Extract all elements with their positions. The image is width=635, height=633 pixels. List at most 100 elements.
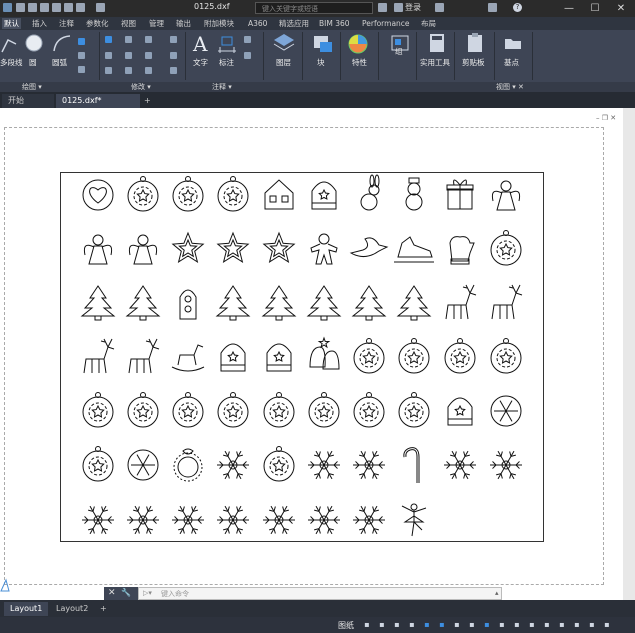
panel-modify-label[interactable]: 修改 ▾ <box>131 82 151 92</box>
annotation-scale-icon[interactable]: ▪ <box>512 620 522 630</box>
otrack-icon[interactable]: ▪ <box>452 620 462 630</box>
open-file-icon[interactable] <box>28 3 37 12</box>
polyline-icon[interactable] <box>0 34 18 54</box>
tab-2[interactable]: 注释 <box>57 18 76 29</box>
selection-cycling-icon[interactable]: ▪ <box>497 620 507 630</box>
utilities-button[interactable]: 实用工具 <box>420 57 450 68</box>
tab-0[interactable]: 默认 <box>2 18 21 29</box>
command-history-icon[interactable]: ▴ <box>495 589 499 597</box>
exchange-icon[interactable] <box>488 3 497 12</box>
print-icon[interactable] <box>64 3 73 12</box>
snap-icon[interactable]: ▪ <box>377 620 387 630</box>
close-button[interactable]: ✕ <box>608 0 634 17</box>
panel-view-label[interactable]: 视图 ▾ ✕ <box>496 82 524 92</box>
paper-space-toggle[interactable]: 图纸 <box>338 620 354 631</box>
panel-draw-label[interactable]: 绘图 ▾ <box>22 82 42 92</box>
block-icon[interactable] <box>310 32 334 54</box>
mirror-icon[interactable] <box>125 52 132 59</box>
cart-icon[interactable] <box>435 3 444 12</box>
circle-icon[interactable] <box>24 33 44 53</box>
binoculars-icon[interactable] <box>378 3 387 12</box>
group-button[interactable]: 组 <box>395 46 403 57</box>
explode-icon[interactable] <box>170 52 177 59</box>
offset-icon[interactable] <box>170 67 177 74</box>
hardware-accel-icon[interactable]: ▪ <box>572 620 582 630</box>
redo-icon[interactable] <box>96 3 105 12</box>
tab-6[interactable]: 输出 <box>174 18 193 29</box>
tab-12[interactable]: 布局 <box>419 18 438 29</box>
hatch-tool-icon[interactable] <box>78 66 85 73</box>
help-icon[interactable]: ? <box>513 3 522 12</box>
tab-4[interactable]: 视图 <box>119 18 138 29</box>
move-icon[interactable] <box>105 36 112 43</box>
trim-icon[interactable] <box>145 36 152 43</box>
tab-3[interactable]: 参数化 <box>84 18 111 29</box>
wrench-icon[interactable]: 🔧 <box>121 588 131 597</box>
layout2-tab[interactable]: Layout2 <box>50 602 94 616</box>
erase-icon[interactable] <box>170 36 177 43</box>
ortho-icon[interactable]: ▪ <box>392 620 402 630</box>
add-layout-button[interactable]: + <box>94 602 113 616</box>
login-button[interactable]: 登录 <box>405 2 421 13</box>
layout1-tab[interactable]: Layout1 <box>4 602 49 616</box>
copy-icon[interactable] <box>105 52 112 59</box>
rect-tool-icon[interactable] <box>78 52 85 59</box>
layers-icon[interactable] <box>272 32 296 54</box>
layers-button[interactable]: 图层 <box>276 57 291 68</box>
osnap-icon[interactable]: ▪ <box>422 620 432 630</box>
dimension-button[interactable]: 标注 <box>219 57 234 68</box>
scale-icon[interactable] <box>125 67 132 74</box>
close-command-icon[interactable]: ✕ <box>108 588 116 598</box>
document-tab[interactable]: 0125.dxf* <box>56 94 140 108</box>
arc-icon[interactable] <box>52 33 72 53</box>
dimension-icon[interactable] <box>216 33 238 55</box>
isolate-icon[interactable]: ▪ <box>557 620 567 630</box>
workspace-icon[interactable]: ▪ <box>527 620 537 630</box>
clipboard-icon[interactable] <box>466 33 484 53</box>
lineweight-icon[interactable]: ▪ <box>467 620 477 630</box>
undo-icon[interactable] <box>76 3 85 12</box>
text-button[interactable]: 文字 <box>193 57 208 68</box>
grid-icon[interactable]: ▪ <box>362 620 372 630</box>
polar-icon[interactable]: ▪ <box>407 620 417 630</box>
start-tab[interactable]: 开始 <box>2 94 54 108</box>
new-tab-button[interactable]: + <box>141 94 155 108</box>
tab-10[interactable]: BIM 360 <box>317 18 352 29</box>
search-input[interactable]: 键入关键字或短语 <box>255 2 373 14</box>
tab-1[interactable]: 插入 <box>30 18 49 29</box>
properties-button[interactable]: 特性 <box>352 57 367 68</box>
customize-icon[interactable]: ▪ <box>602 620 612 630</box>
calculator-icon[interactable] <box>428 33 446 53</box>
save-as-icon[interactable] <box>52 3 61 12</box>
block-button[interactable]: 块 <box>317 57 325 68</box>
circle-button[interactable]: 圆 <box>29 57 37 68</box>
table-icon[interactable] <box>244 52 251 59</box>
save-icon[interactable] <box>40 3 49 12</box>
app-menu-icon[interactable] <box>3 3 12 12</box>
leader-icon[interactable] <box>244 36 251 43</box>
line-tool-icon[interactable] <box>78 38 85 45</box>
restore-button[interactable]: ☐ <box>582 0 608 17</box>
tab-11[interactable]: Performance <box>360 18 412 29</box>
tab-5[interactable]: 管理 <box>147 18 166 29</box>
transparency-icon[interactable]: ▪ <box>482 620 492 630</box>
tab-9[interactable]: 精选应用 <box>277 18 311 29</box>
tab-7[interactable]: 附加模块 <box>202 18 236 29</box>
lock-ui-icon[interactable]: ▪ <box>542 620 552 630</box>
viewport-controls[interactable]: – ❐ ✕ <box>596 114 620 122</box>
panel-annotation-label[interactable]: 注释 ▾ <box>212 82 232 92</box>
clean-screen-icon[interactable]: ▪ <box>587 620 597 630</box>
base-point-button[interactable]: 基点 <box>504 57 519 68</box>
rotate-icon[interactable] <box>125 36 132 43</box>
clipboard-button[interactable]: 剪贴板 <box>462 57 485 68</box>
new-file-icon[interactable] <box>16 3 25 12</box>
tab-8[interactable]: A360 <box>246 18 269 29</box>
array-icon[interactable] <box>145 67 152 74</box>
polyline-button[interactable]: 多段线 <box>0 57 23 68</box>
arc-button[interactable]: 圆弧 <box>52 57 67 68</box>
fillet-icon[interactable] <box>145 52 152 59</box>
text-icon[interactable]: A <box>191 33 211 55</box>
base-point-icon[interactable] <box>504 36 522 50</box>
stretch-icon[interactable] <box>105 67 112 74</box>
3dosnap-icon[interactable]: ▪ <box>437 620 447 630</box>
